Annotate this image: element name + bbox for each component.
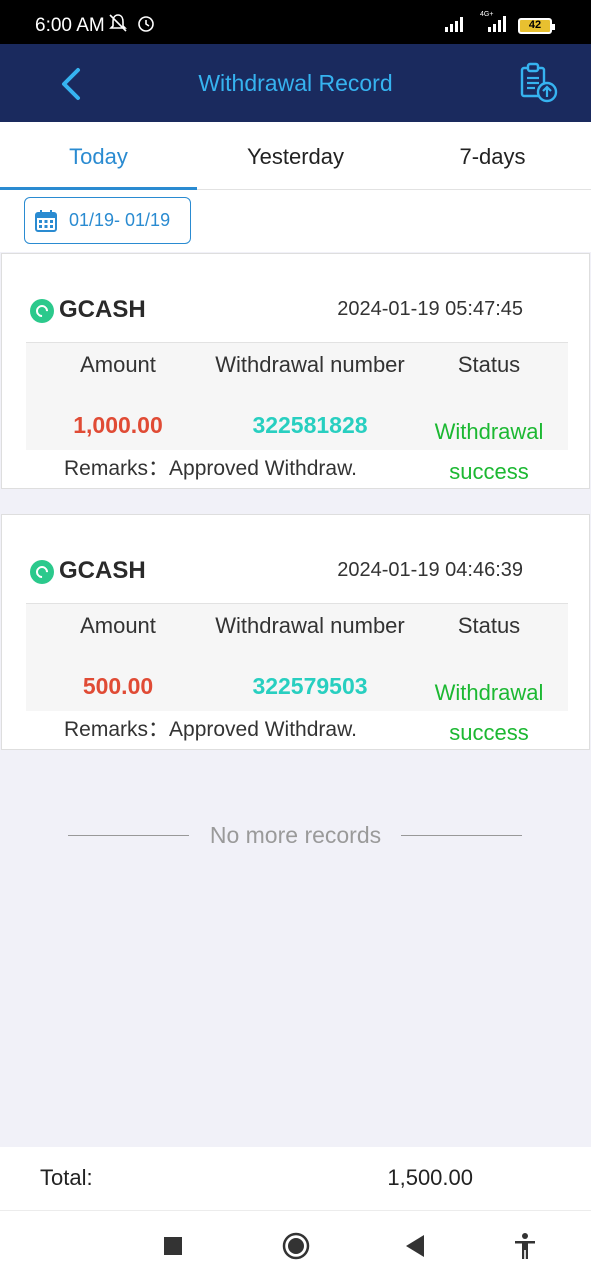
total-value: 1,500.00 bbox=[387, 1165, 473, 1190]
amount-header: Amount bbox=[80, 613, 156, 638]
payment-method: GCASH bbox=[59, 296, 146, 323]
total-label: Total: bbox=[40, 1165, 93, 1190]
withdrawal-number-header: Withdrawal number bbox=[215, 613, 405, 638]
record-card: GCASH 2024-01-19 05:47:45 Amount Withdra… bbox=[1, 253, 590, 489]
recent-apps-icon[interactable] bbox=[164, 1237, 182, 1255]
battery-icon: 42 bbox=[518, 18, 555, 34]
header-bar: Withdrawal Record bbox=[0, 44, 591, 122]
status-line-1: Withdrawal bbox=[434, 680, 544, 705]
signal-icon bbox=[445, 17, 463, 32]
system-navigation-bar bbox=[0, 1210, 591, 1280]
tab-7-days[interactable]: 7-days bbox=[394, 144, 591, 170]
withdrawal-number: 322579503 bbox=[252, 673, 368, 699]
date-range-label: 01/19- 01/19 bbox=[69, 210, 171, 230]
record-amount: 1,000.00 bbox=[73, 412, 163, 438]
tab-yesterday[interactable]: Yesterday bbox=[197, 144, 394, 170]
amount-header: Amount bbox=[80, 352, 156, 377]
record-remarks: Remarks：Approved Withdraw. bbox=[64, 718, 357, 741]
gcash-icon bbox=[30, 299, 54, 323]
tab-today[interactable]: Today bbox=[0, 144, 197, 170]
bell-muted-icon bbox=[109, 14, 127, 32]
status-bar: 6:00 AM 4G+ 42 bbox=[0, 0, 591, 44]
status-line-1: Withdrawal bbox=[434, 419, 544, 444]
record-status: Withdrawal success bbox=[414, 412, 564, 492]
status-line-2: success bbox=[449, 720, 529, 745]
record-amount: 500.00 bbox=[82, 673, 154, 699]
date-range-button[interactable]: 01/19- 01/19 bbox=[24, 197, 191, 244]
page-title: Withdrawal Record bbox=[198, 70, 393, 96]
battery-level: 42 bbox=[528, 19, 542, 31]
record-datetime: 2024-01-19 04:46:39 bbox=[337, 559, 523, 581]
withdrawal-number-header: Withdrawal number bbox=[215, 352, 405, 377]
date-filter-bar: 01/19- 01/19 bbox=[0, 190, 591, 252]
record-card: GCASH 2024-01-19 04:46:39 Amount Withdra… bbox=[1, 514, 590, 750]
home-icon[interactable] bbox=[282, 1232, 310, 1260]
signal-icon-2 bbox=[488, 16, 506, 32]
record-remarks: Remarks：Approved Withdraw. bbox=[64, 457, 357, 480]
payment-method: GCASH bbox=[59, 557, 146, 584]
divider-line bbox=[401, 835, 522, 836]
clipboard-upload-icon[interactable] bbox=[518, 62, 560, 104]
status-line-2: success bbox=[449, 459, 529, 484]
back-icon[interactable] bbox=[406, 1235, 426, 1257]
record-datetime: 2024-01-19 05:47:45 bbox=[337, 298, 523, 320]
status-time: 6:00 AM bbox=[35, 15, 105, 36]
withdrawal-number: 322581828 bbox=[252, 412, 368, 438]
record-status: Withdrawal success bbox=[414, 673, 564, 753]
status-header: Status bbox=[457, 613, 521, 638]
calendar-icon bbox=[35, 210, 57, 232]
period-tabs: Today Yesterday 7-days bbox=[0, 122, 591, 190]
accessibility-icon[interactable] bbox=[514, 1233, 536, 1259]
list-end-indicator: No more records bbox=[0, 820, 591, 850]
alarm-icon bbox=[138, 16, 154, 32]
total-bar: Total: 1,500.00 bbox=[0, 1147, 591, 1210]
status-header: Status bbox=[457, 352, 521, 377]
gcash-icon bbox=[30, 560, 54, 584]
